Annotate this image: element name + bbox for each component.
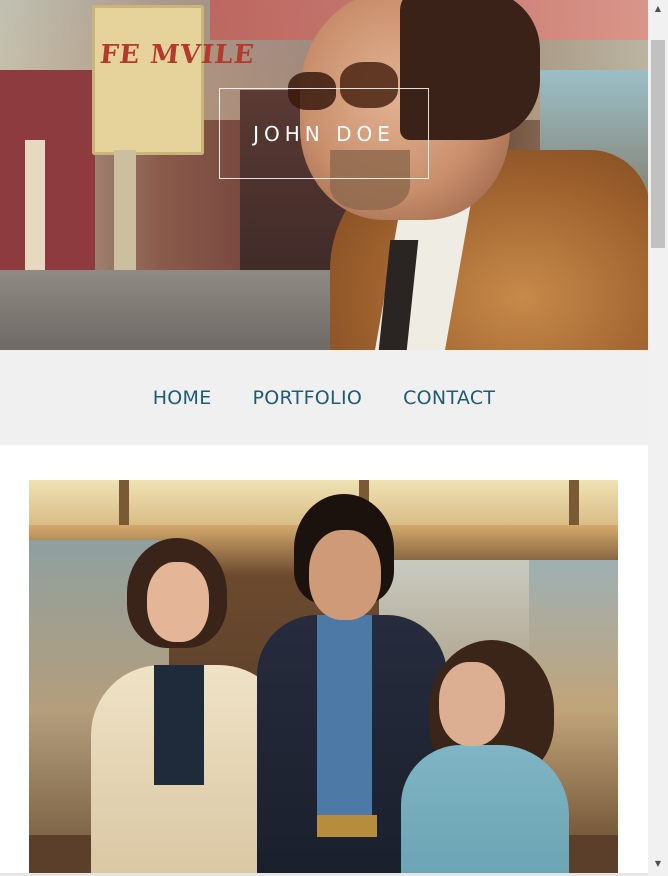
hero-banner: FE MVILE JOHN DOE	[0, 0, 648, 350]
scrollbar-thumb[interactable]	[651, 40, 665, 248]
photo-man-shirt	[317, 615, 372, 825]
hero-column	[25, 140, 45, 290]
triangle-up-icon[interactable]: ▲	[648, 0, 668, 17]
content-section	[0, 445, 648, 876]
site-title: JOHN DOE	[253, 121, 395, 146]
hero-storefront-left	[0, 70, 95, 300]
photo-woman-right-face	[439, 662, 505, 746]
main-nav: HOME PORTFOLIO CONTACT	[0, 350, 648, 445]
photo-ceiling-beam	[119, 480, 129, 525]
nav-portfolio-link[interactable]: PORTFOLIO	[253, 387, 363, 409]
nav-contact-link[interactable]: CONTACT	[403, 387, 495, 409]
photo-woman-left-face	[147, 562, 209, 642]
photo-woman-right-dress	[401, 745, 569, 876]
triangle-down-icon[interactable]: ▼	[648, 855, 668, 872]
photo-man-face	[309, 530, 381, 620]
hero-shop-sign-text: FE MVILE	[98, 40, 257, 70]
photo-woman-left-blouse	[154, 665, 204, 785]
portfolio-photo	[29, 480, 618, 876]
photo-man-belt	[317, 815, 377, 837]
vertical-scrollbar[interactable]: ▲ ▼	[648, 0, 668, 876]
nav-home-link[interactable]: HOME	[153, 387, 212, 409]
hero-shop-sign	[92, 5, 204, 155]
site-title-box: JOHN DOE	[219, 88, 429, 179]
photo-ceiling-beam	[569, 480, 579, 525]
